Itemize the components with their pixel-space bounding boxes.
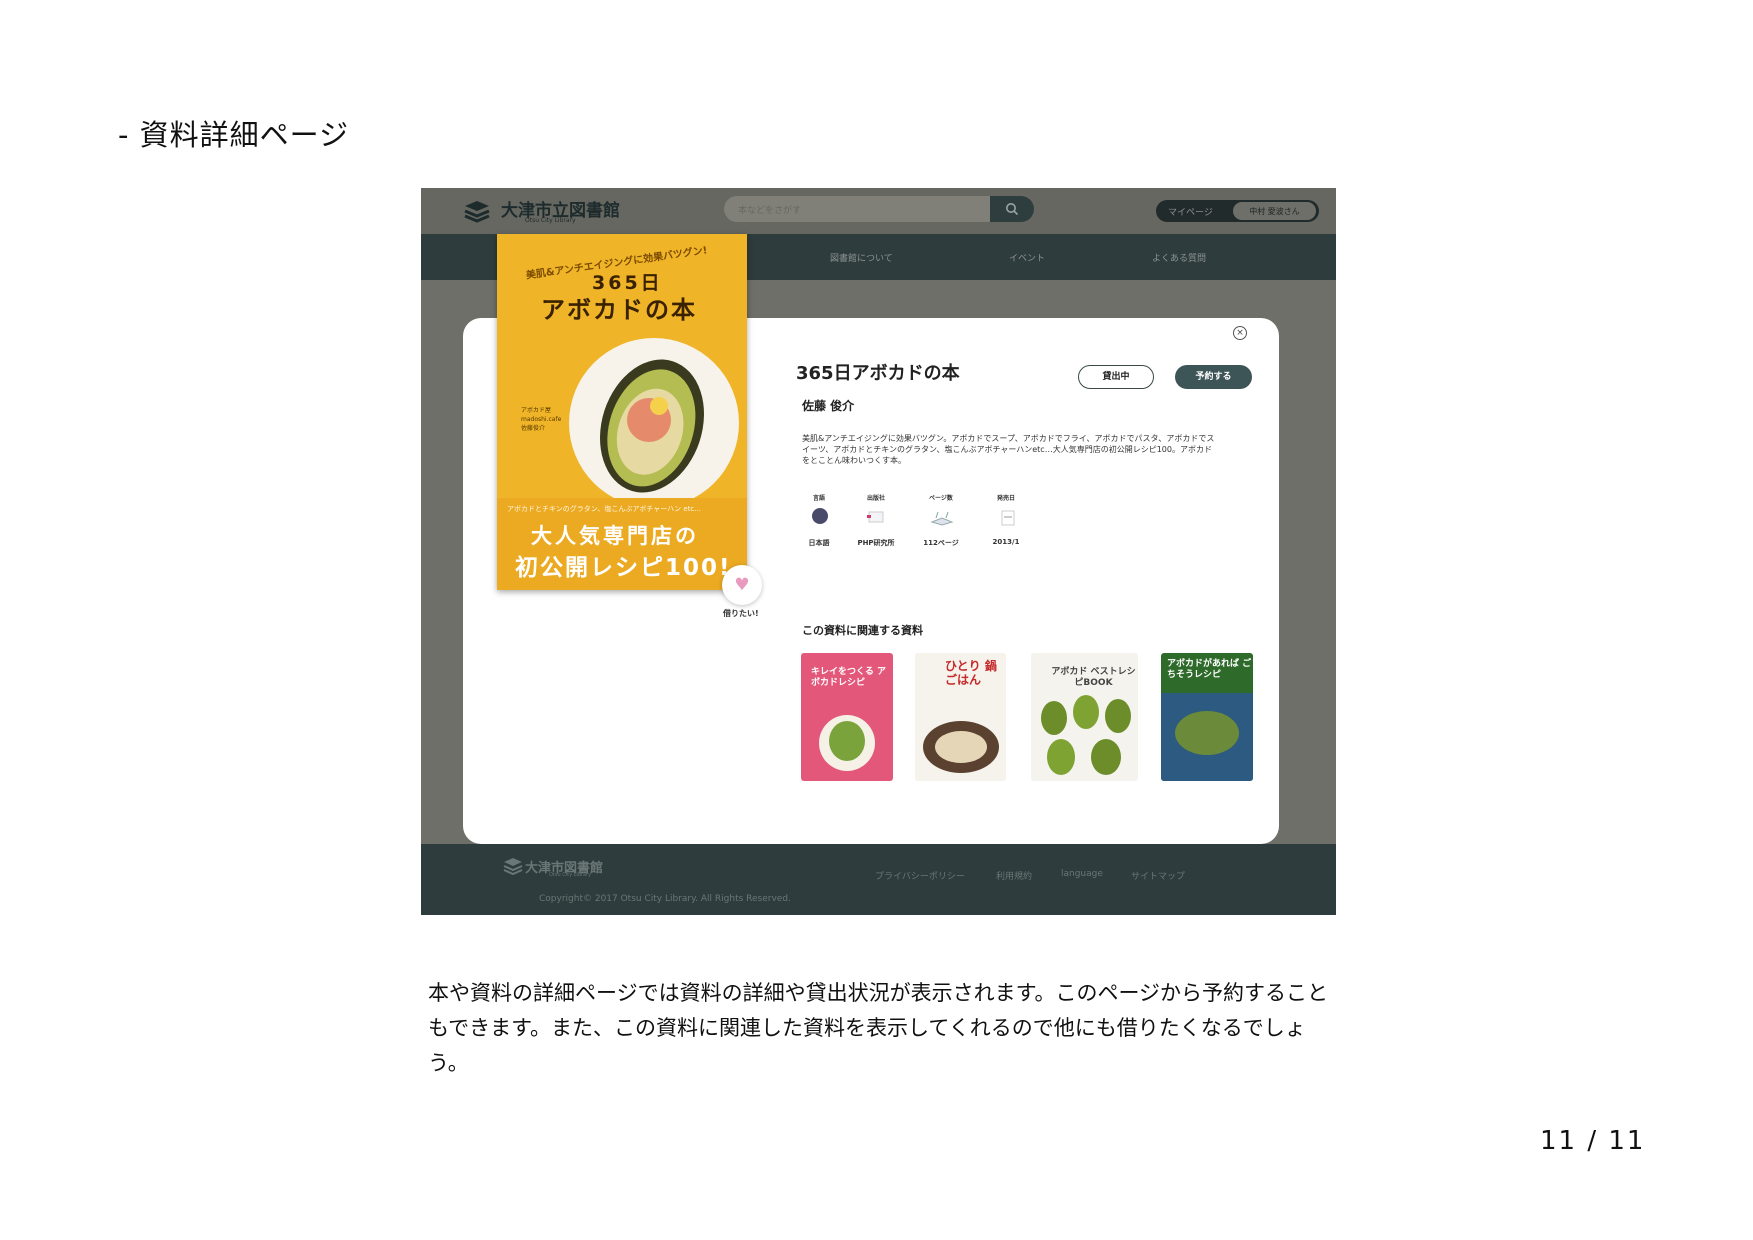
meta-date-value: 2013/1: [992, 538, 1020, 546]
related-book-2[interactable]: ひとり 鍋 ごはん: [915, 653, 1006, 781]
heart-icon: ♥: [734, 575, 750, 595]
book-cover: 美肌&アンチエイジングに効果バツグン! 365日 アボカドの本 アボカド屋 ma…: [497, 234, 747, 590]
meta-pages-value: 112ページ: [923, 539, 959, 547]
book-author: 佐藤 俊介: [802, 399, 855, 413]
calendar-icon: [1001, 510, 1015, 526]
related-book-image: [1175, 711, 1239, 755]
reserve-button[interactable]: 予約する: [1175, 365, 1252, 389]
avocado-image: [600, 359, 704, 493]
cover-band-line1: 大人気専門店の: [531, 524, 699, 548]
search-placeholder: 本などをさがす: [738, 206, 802, 216]
avocado-image: [829, 721, 865, 761]
user-pill[interactable]: 中村 愛波さん: [1233, 202, 1316, 220]
site-header: 大津市立図書館 Otsu City Library 本などをさがす マイページ …: [421, 188, 1336, 234]
cover-title: アボカドの本: [541, 296, 697, 324]
related-book-3[interactable]: アボカド ベストレシピBOOK: [1031, 653, 1138, 781]
related-book-title: アボカドがあれば ごちそうレシピ: [1167, 659, 1252, 680]
related-book-1[interactable]: キレイをつくる アボカドレシピ: [801, 653, 893, 781]
meta-publisher-value: PHP研究所: [857, 539, 895, 547]
search-input[interactable]: 本などをさがす: [724, 196, 990, 222]
site-footer: 大津市図書館 Otsu City Library プライバシーポリシー 利用規約…: [421, 844, 1336, 915]
library-logo-icon: [503, 858, 523, 875]
mypage-label[interactable]: マイページ: [1168, 205, 1213, 218]
language-icon: [812, 508, 828, 524]
avocado-image: [1047, 739, 1075, 775]
footer-link-sitemap[interactable]: サイトマップ: [1131, 869, 1185, 882]
meta-date-heading: 発売日: [996, 495, 1015, 502]
page-number: 11 / 11: [1540, 1126, 1646, 1156]
mypage-toggle[interactable]: マイページ 中村 愛波さん: [1156, 200, 1319, 222]
meta-language-value: 日本語: [808, 539, 830, 547]
footer-copyright: Copyright© 2017 Otsu City Library. All R…: [539, 894, 791, 904]
footer-link-language[interactable]: language: [1061, 869, 1103, 879]
search-button[interactable]: [990, 196, 1034, 222]
related-heading: この資料に関連する資料: [802, 624, 923, 637]
footer-link-privacy[interactable]: プライバシーポリシー: [875, 869, 965, 882]
meta-language-heading: 言語: [812, 495, 825, 502]
close-icon[interactable]: ×: [1233, 326, 1247, 340]
publisher-icon: [867, 511, 884, 523]
related-book-title: ひとり 鍋 ごはん: [945, 659, 997, 687]
avocado-image: [1073, 695, 1099, 729]
footer-logo-subtitle: Otsu City Library: [549, 872, 592, 878]
library-logo-icon: [464, 201, 490, 223]
related-book-image: [935, 731, 987, 763]
pages-icon: [930, 511, 954, 526]
nav-item-events[interactable]: イベント: [1009, 251, 1045, 264]
meta-publisher-heading: 出版社: [866, 495, 885, 502]
avocado-image: [1091, 739, 1121, 775]
related-book-title: アボカド ベストレシピBOOK: [1051, 667, 1136, 688]
footer-link-terms[interactable]: 利用規約: [996, 869, 1032, 882]
want-to-borrow-button[interactable]: ♥: [722, 565, 762, 605]
book-summary: 美肌&アンチエイジングに効果バツグン。アボカドでスープ、アボカドでフライ、アボカ…: [802, 434, 1215, 465]
slide-title: - 資料詳細ページ: [118, 118, 350, 152]
meta-pages-heading: ページ数: [929, 495, 953, 502]
nav-item-about[interactable]: 図書館について: [830, 251, 893, 264]
slide-description: 本や資料の詳細ページでは資料の詳細や貸出状況が表示されます。このページから予約す…: [428, 981, 1329, 1075]
search-icon: [1006, 203, 1019, 216]
cover-author: アボカド屋 madoshi.cafe 佐藤俊介: [521, 407, 562, 432]
user-name: 中村 愛波さん: [1249, 207, 1300, 216]
related-book-4[interactable]: アボカドがあれば ごちそうレシピ: [1161, 653, 1253, 781]
cover-band-subtitle: アボカドとチキンのグラタン、塩こんぶアボチャーハン etc...: [507, 505, 701, 513]
book-title: 365日アボカドの本: [796, 363, 960, 384]
avocado-image: [1041, 701, 1067, 735]
site-logo-subtitle: Otsu City Library: [525, 217, 576, 224]
nav-item-faq[interactable]: よくある質問: [1152, 251, 1206, 264]
app-screenshot: 大津市立図書館 Otsu City Library 本などをさがす マイページ …: [421, 188, 1336, 915]
cover-band: アボカドとチキンのグラタン、塩こんぶアボチャーハン etc... 大人気専門店の…: [497, 498, 747, 590]
want-to-borrow-label: 借りたい!: [723, 609, 759, 618]
cover-band-line2: 初公開レシピ100!: [515, 555, 732, 581]
related-book-title: キレイをつくる アボカドレシピ: [811, 667, 886, 688]
avocado-image: [1105, 699, 1131, 733]
lent-status-button[interactable]: 貸出中: [1078, 365, 1154, 389]
